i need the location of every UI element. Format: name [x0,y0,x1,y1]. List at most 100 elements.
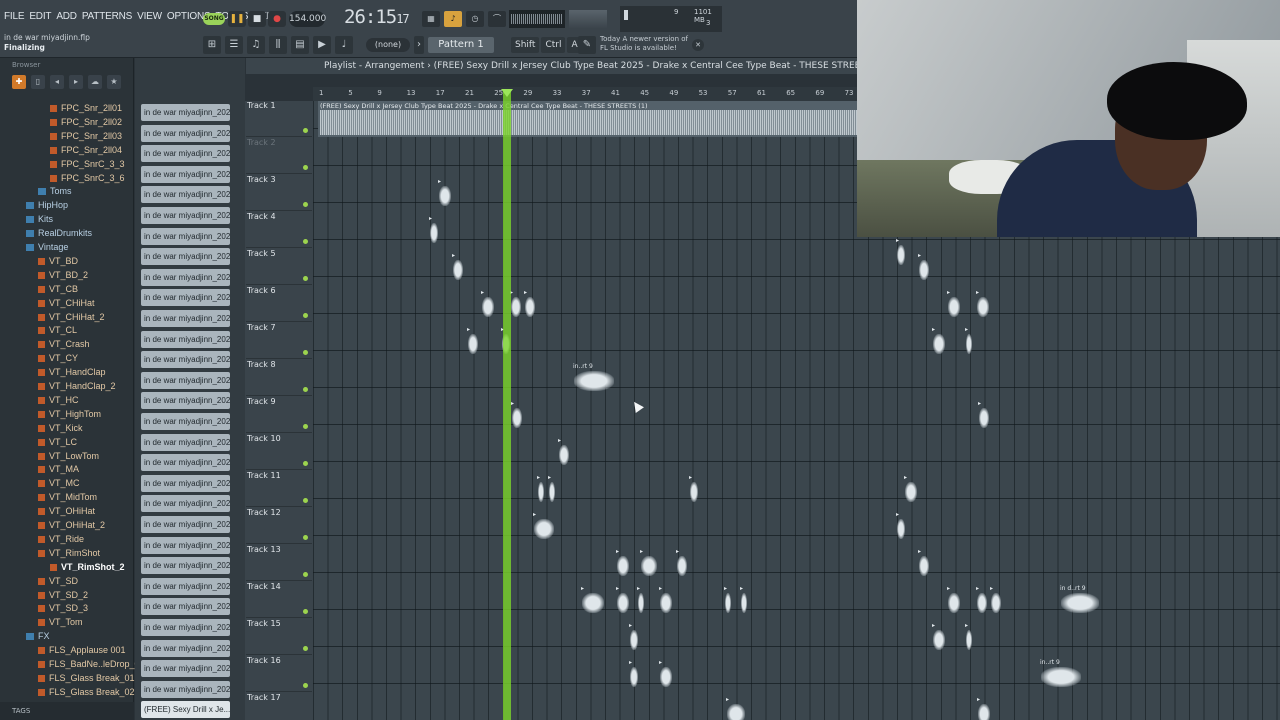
snap-icon[interactable]: ⊞ [203,36,221,54]
snap-select[interactable]: (none) [366,38,410,52]
browser-item[interactable]: VT_CL [38,325,77,335]
news-ticker[interactable]: Today A newer version of FL Studio is av… [600,35,688,53]
playhead-marker[interactable] [501,89,513,97]
clip-source-button[interactable]: in de war miyadjinn_202... [141,680,230,698]
song-mode-button[interactable]: SONG [203,13,225,25]
pattern-clip[interactable]: in..rt 9 [573,363,615,393]
browser-item[interactable]: VT_Kick [38,423,83,433]
track-header[interactable]: Track 15 [246,619,312,655]
browser-item[interactable]: VT_RimShot [38,548,100,558]
pattern-clip[interactable]: ▸ [965,326,973,356]
clip-source-button[interactable]: in de war miyadjinn_202... [141,371,230,389]
pattern-clip[interactable]: ▸ [977,696,991,720]
menu-patterns[interactable]: PATTERNS [82,11,132,22]
clip-source-button-audio[interactable]: (FREE) Sexy Drill x Je... [141,701,230,719]
pattern-clip[interactable]: ▸ [976,585,988,615]
clip-source-button[interactable]: in de war miyadjinn_202... [141,207,230,224]
browser-item[interactable]: FLS_Glass Break_02 [38,687,135,697]
pattern-clip[interactable]: ▸ [640,548,658,578]
pattern-clip[interactable]: ▸ [724,585,732,615]
browser-star-icon[interactable]: ★ [107,75,121,89]
track-header[interactable]: Track 5 [246,249,312,285]
pattern-clip[interactable]: ▸ [438,178,452,208]
browser-item[interactable]: FLS_Applause 001 [38,645,126,655]
clip-source-button[interactable]: in de war miyadjinn_202... [141,330,230,348]
clip-source-button[interactable]: in de war miyadjinn_202... [141,392,230,410]
browser-item[interactable]: VT_Crash [38,339,90,349]
pattern-clip[interactable]: ▸ [947,585,961,615]
pattern-clip[interactable]: ▸ [481,289,495,319]
tempo-display[interactable]: 154.000 [289,11,326,27]
pattern-clip[interactable]: ▸ [637,585,645,615]
browser-item[interactable]: VT_LowTom [38,451,99,461]
track-mute-led[interactable] [303,202,308,207]
ctrl-key[interactable]: Ctrl [541,37,566,53]
track-header[interactable]: Track 13 [246,545,312,581]
pattern-clip[interactable]: ▸ [918,548,930,578]
pattern-clip[interactable]: ▸ [932,622,946,652]
pattern-clip[interactable]: ▸ [726,696,746,720]
pattern-clip[interactable]: ▸ [467,326,479,356]
track-header[interactable]: Track 12 [246,508,312,544]
track-header[interactable]: Track 11 [246,471,312,507]
track-mute-led[interactable] [303,572,308,577]
clip-source-button[interactable]: in de war miyadjinn_202... [141,165,230,183]
track-header[interactable]: Track 6 [246,286,312,322]
pattern-clip[interactable]: ▸ [524,289,536,319]
clip-source-button[interactable]: in de war miyadjinn_202... [141,310,230,327]
browser-item[interactable]: VT_CHiHat_2 [38,312,105,322]
browser-item[interactable]: FPC_Snr_2ll02 [50,117,122,127]
clip-source-button[interactable]: in de war miyadjinn_202... [141,186,230,204]
pattern-clip[interactable]: in d..rt 9 [1060,585,1100,615]
pattern-clip[interactable]: ▸ [429,215,439,245]
pattern-selector[interactable]: Pattern 1 [428,37,494,53]
playlist-title[interactable]: Playlist - Arrangement › (FREE) Sexy Dri… [246,58,857,74]
pattern-clip[interactable]: ▸ [965,622,973,652]
pattern-clip[interactable]: ▸ [978,400,990,430]
clip-source-button[interactable]: in de war miyadjinn_202... [141,598,230,616]
pattern-clip[interactable]: ▸ [976,289,990,319]
browser-item[interactable]: FPC_Snr_2ll01 [50,103,122,113]
browser-tags[interactable]: TAGS [0,702,134,720]
track-mute-led[interactable] [303,165,308,170]
browser-item[interactable]: FPC_SnrC_3_6 [50,173,125,183]
pattern-clip[interactable]: ▸ [533,511,555,541]
track-header[interactable]: Track 17 [246,693,312,720]
clip-source-button[interactable]: in de war miyadjinn_202... [141,104,230,121]
track-mute-led[interactable] [303,387,308,392]
menu-view[interactable]: VIEW [137,11,162,22]
track-header[interactable]: Track 8 [246,360,312,396]
mic-icon[interactable]: ♩ [335,36,353,54]
pattern-clip[interactable]: ▸ [452,252,464,282]
clip-source-button[interactable]: in de war miyadjinn_202... [141,248,230,266]
countdown-icon[interactable]: ⌒ [488,11,506,27]
browser-item[interactable]: VT_Ride [38,534,84,544]
typing-keyboard-icon[interactable]: ▦ [422,11,440,27]
pattern-clip[interactable]: ▸ [511,400,523,430]
pattern-clip[interactable]: ▸ [689,474,699,504]
pattern-clip[interactable]: ▸ [629,622,639,652]
pattern-clip[interactable]: ▸ [740,585,748,615]
browser-all-icon[interactable]: ✚ [12,75,26,89]
browser-item[interactable]: VT_HandClap [38,367,106,377]
browser-item[interactable]: VT_SD_2 [38,590,88,600]
clip-source-button[interactable]: in de war miyadjinn_202... [141,660,230,678]
browser-item[interactable]: VT_RimShot_2 [50,562,125,572]
track-header[interactable]: Track 7 [246,323,312,359]
pattern-clip[interactable]: ▸ [659,659,673,689]
clip-source-button[interactable]: in de war miyadjinn_202... [141,516,230,533]
playhead[interactable] [503,92,511,720]
pattern-clip[interactable]: ▸ [990,585,1002,615]
pattern-clip[interactable]: ▸ [616,548,630,578]
browser-item[interactable]: VT_SD_3 [38,603,88,613]
browser-item[interactable]: VT_HighTom [38,409,101,419]
clip-source-button[interactable]: in de war miyadjinn_202... [141,227,230,245]
clip-source-button[interactable]: in de war miyadjinn_202... [141,351,230,369]
clip-source-button[interactable]: in de war miyadjinn_202... [141,454,230,472]
audio-clip[interactable]: (FREE) Sexy Drill x Jersey Club Type Bea… [318,101,857,137]
browser-item[interactable]: Kits [26,214,53,224]
news-close-icon[interactable]: ✕ [692,39,704,51]
track-header[interactable]: Track 9 [246,397,312,433]
master-volume-slider[interactable] [569,10,607,28]
track-header[interactable]: Track 10 [246,434,312,470]
